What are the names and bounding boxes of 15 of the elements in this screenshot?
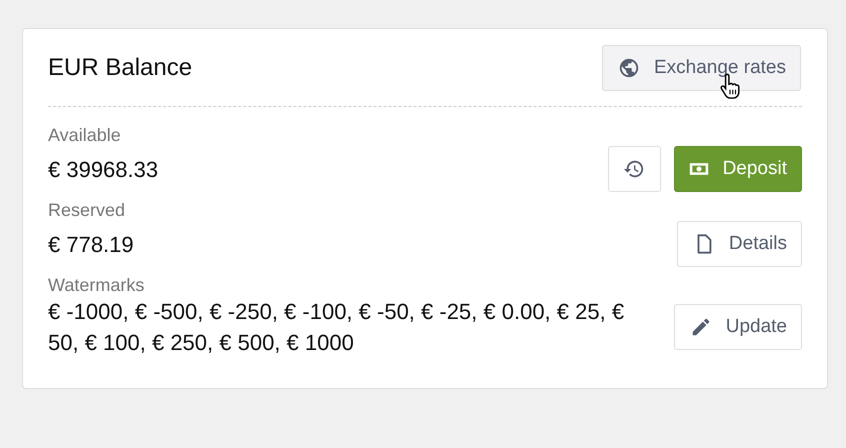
balance-value: € 778.19 <box>48 230 134 258</box>
field-label: Available <box>48 125 122 146</box>
details-button[interactable]: Details <box>676 221 802 267</box>
balance-value: € -1000, € -500, € -250, € -100, € -50, € -25, € 0.00, € 25, € 50, € 100, € 250, € 500, € 1000 <box>48 298 626 357</box>
exchange-rates-button[interactable]: Exchange rates <box>602 45 801 91</box>
globe-icon <box>618 57 640 79</box>
field-label: Reserved <box>48 200 126 221</box>
history-icon <box>623 158 646 180</box>
history-button[interactable] <box>608 146 661 192</box>
balance-value: € 39968.33 <box>48 156 158 184</box>
update-button[interactable]: Update <box>674 304 802 350</box>
deposit-button[interactable]: Deposit <box>674 146 802 192</box>
cash-icon <box>688 162 709 176</box>
field-label: Watermarks <box>48 275 146 296</box>
card-title: EUR Balance <box>48 54 192 82</box>
